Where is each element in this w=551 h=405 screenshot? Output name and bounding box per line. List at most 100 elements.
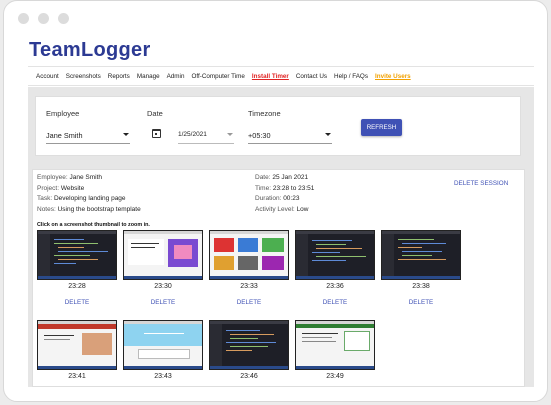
thumb-image-tile — [238, 238, 258, 252]
window-dot-close[interactable] — [18, 13, 29, 24]
delete-screenshot-button[interactable]: DELETE — [295, 299, 375, 306]
delete-screenshot-button[interactable]: DELETE — [381, 299, 461, 306]
screenshot-time: 23:43 — [154, 373, 172, 380]
thumb-taskbar — [210, 276, 288, 279]
screenshot-time: 23:46 — [240, 373, 258, 380]
nav-admin[interactable]: Admin — [167, 73, 185, 80]
thumb-taskbar — [296, 366, 374, 369]
thumb-text-line — [302, 341, 336, 342]
main-nav: Account Screenshots Reports Manage Admin… — [28, 66, 534, 86]
thumb-code-line — [226, 342, 276, 343]
thumb-code-line — [398, 247, 422, 248]
screenshot-thumbnail[interactable] — [381, 230, 461, 280]
thumb-code-line — [316, 248, 362, 249]
screenshot-thumbnail[interactable] — [123, 230, 203, 280]
employee-chevron-down-icon[interactable] — [123, 133, 129, 136]
screenshot-time: 23:28 — [68, 283, 86, 290]
notes-value: Using the bootstrap template — [57, 205, 141, 213]
screenshot-thumbnail[interactable] — [37, 320, 117, 370]
thumb-text-line — [302, 337, 332, 338]
delete-screenshot-button[interactable]: DELETE — [37, 299, 117, 306]
task-value: Developing landing page — [53, 195, 126, 202]
time-row: Time: 23:28 to 23:51 — [255, 184, 314, 195]
thumb-taskbar — [124, 366, 202, 369]
nav-account[interactable]: Account — [36, 73, 59, 80]
date-key: Date: — [255, 174, 271, 181]
timezone-chevron-down-icon[interactable] — [325, 133, 331, 136]
timezone-select-value[interactable]: +05:30 — [248, 131, 271, 140]
screenshot-thumbnail[interactable] — [295, 320, 375, 370]
session-card: Employee: Jane Smith Project: Website Ta… — [32, 169, 525, 387]
thumb-taskbar — [296, 276, 374, 279]
thumb-titlebar — [210, 231, 288, 234]
thumb-taskbar — [382, 276, 460, 279]
screenshot-thumbnail[interactable] — [37, 230, 117, 280]
date-chevron-down-icon[interactable] — [227, 133, 233, 136]
delete-screenshot-button[interactable]: DELETE — [209, 299, 289, 306]
thumb-taskbar — [38, 366, 116, 369]
screenshot-thumbnail[interactable] — [209, 230, 289, 280]
thumb-code-line — [402, 255, 432, 256]
thumb-image-tile — [262, 238, 284, 252]
thumb-text-line — [44, 339, 70, 340]
nav-off-computer-time[interactable]: Off-Computer Time — [191, 73, 244, 80]
thumb-code-line — [402, 251, 442, 252]
nav-install-timer[interactable]: Install Timer — [252, 73, 289, 80]
employee-select-value[interactable]: Jane Smith — [46, 131, 83, 140]
nav-manage[interactable]: Manage — [137, 73, 160, 80]
screenshot-thumbnail[interactable] — [123, 320, 203, 370]
delete-session-button[interactable]: DELETE SESSION — [454, 180, 508, 187]
project-value: Website — [60, 184, 85, 192]
screenshot-time: 23:36 — [326, 283, 344, 290]
thumb-code-line — [312, 260, 346, 261]
time-key: Time: — [255, 184, 272, 192]
thumb-code-line — [226, 350, 252, 351]
thumb-hero-image — [82, 333, 112, 355]
thumb-heading-line — [44, 335, 74, 336]
activity-value: Low — [296, 205, 309, 213]
project-row: Project: Website — [37, 184, 141, 195]
thumb-titlebar — [124, 231, 202, 234]
thumb-code-line — [230, 346, 268, 347]
session-details-right: Date: 25 Jan 2021 Time: 23:28 to 23:51 D… — [255, 173, 314, 215]
window-dot-maximize[interactable] — [58, 13, 69, 24]
thumb-image-tile — [214, 256, 234, 270]
screenshot-thumbnail[interactable] — [295, 230, 375, 280]
screenshot-thumbnail[interactable] — [209, 320, 289, 370]
thumb-sidebar — [210, 324, 222, 366]
thumb-image-tile — [214, 238, 234, 252]
zoom-hint: Click on a screenshot thumbnail to zoom … — [37, 222, 150, 228]
thumb-heading-line — [144, 333, 184, 334]
thumb-code-line — [312, 252, 340, 253]
thumb-heading-line — [302, 333, 338, 334]
app-logo[interactable]: TeamLogger — [29, 39, 151, 62]
nav-screenshots[interactable]: Screenshots — [66, 73, 101, 80]
refresh-button[interactable]: REFRESH — [361, 119, 402, 136]
screenshot-time: 23:33 — [240, 283, 258, 290]
thumb-code-line — [226, 330, 260, 331]
project-key: Project: — [37, 184, 60, 192]
nav-invite-users[interactable]: Invite Users — [375, 73, 411, 80]
window-dot-minimize[interactable] — [38, 13, 49, 24]
thumb-code-line — [54, 239, 84, 240]
thumb-code-line — [316, 244, 346, 245]
date-label: Date — [147, 109, 163, 118]
thumb-code-line — [398, 259, 446, 260]
delete-screenshot-button[interactable]: DELETE — [123, 299, 203, 306]
date-input[interactable]: 1/25/2021 — [178, 131, 207, 138]
employee-label: Employee — [46, 109, 80, 118]
thumb-hero-accent — [174, 245, 192, 259]
duration-row: Duration: 00:23 — [255, 194, 314, 205]
nav-help-faqs[interactable]: Help / FAQs — [334, 73, 368, 80]
thumb-code-line — [54, 263, 76, 264]
thumb-sidebar — [382, 234, 394, 276]
time-value: 23:28 to 23:51 — [272, 184, 315, 192]
calendar-icon[interactable] — [152, 129, 161, 138]
nav-reports[interactable]: Reports — [108, 73, 130, 80]
duration-value: 00:23 — [283, 195, 300, 202]
nav-contact-us[interactable]: Contact Us — [296, 73, 327, 80]
thumb-code-line — [398, 239, 434, 240]
date-row: Date: 25 Jan 2021 — [255, 173, 314, 184]
thumb-form-panel — [138, 349, 190, 359]
employee-value: Jane Smith — [69, 174, 103, 181]
